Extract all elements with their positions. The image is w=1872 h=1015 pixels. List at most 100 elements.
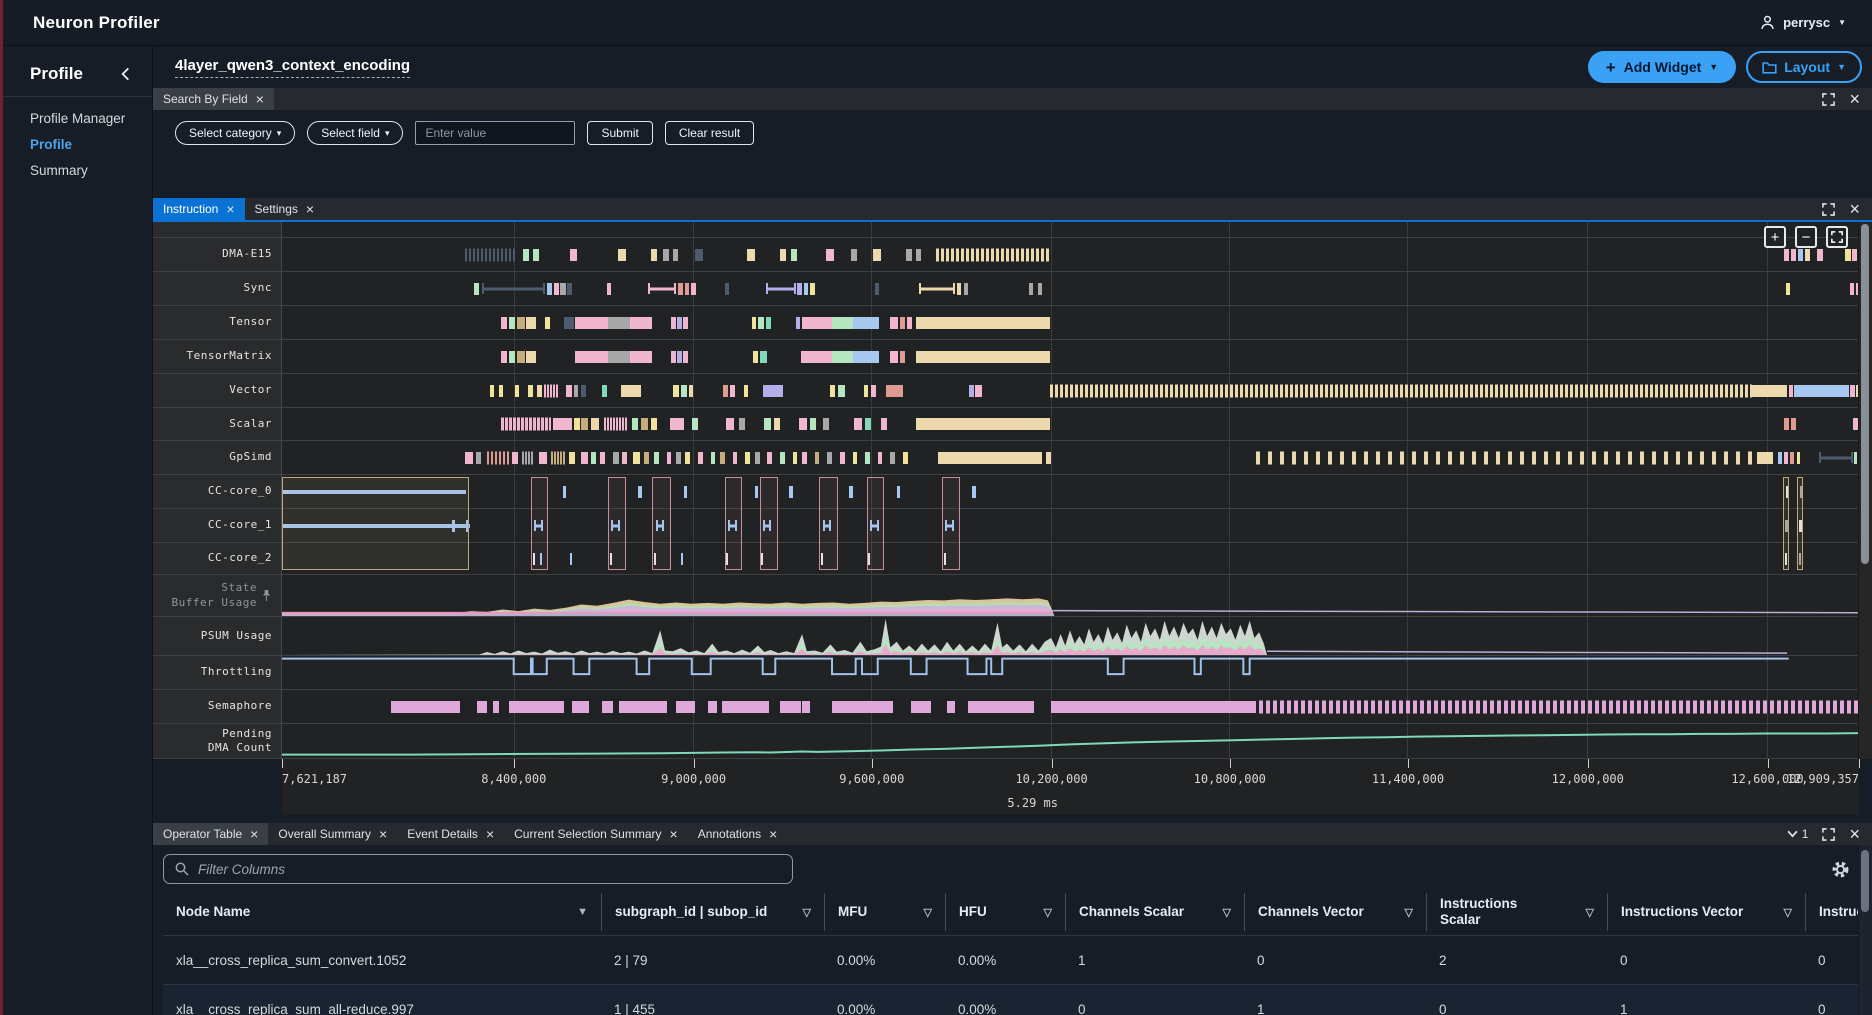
event-segment[interactable] bbox=[975, 385, 981, 397]
timeline-plot[interactable]: + − bbox=[282, 222, 1858, 759]
event-segment[interactable] bbox=[581, 452, 587, 464]
tab-current-selection-summary[interactable]: Current Selection Summary× bbox=[504, 823, 688, 845]
tab-close-icon[interactable]: × bbox=[379, 827, 387, 841]
close-widget-icon[interactable]: × bbox=[1849, 200, 1860, 218]
event-segment[interactable] bbox=[648, 287, 676, 290]
column-header-node-name[interactable]: Node Name▼ bbox=[163, 893, 601, 931]
event-segment[interactable] bbox=[1845, 249, 1851, 261]
event-segment[interactable] bbox=[752, 317, 757, 329]
zoom-in-button[interactable]: + bbox=[1764, 226, 1786, 248]
event-segment[interactable] bbox=[630, 317, 652, 329]
event-segment[interactable] bbox=[1757, 452, 1773, 464]
event-segment[interactable] bbox=[526, 351, 535, 363]
gear-icon[interactable] bbox=[1831, 860, 1850, 879]
event-segment[interactable] bbox=[673, 249, 679, 261]
event-segment[interactable] bbox=[1791, 418, 1796, 430]
event-segment[interactable] bbox=[708, 701, 717, 713]
event-segment[interactable] bbox=[607, 283, 612, 295]
event-segment[interactable] bbox=[1259, 700, 1858, 713]
event-segment[interactable] bbox=[465, 452, 473, 464]
event-segment[interactable] bbox=[854, 418, 862, 430]
event-segment[interactable] bbox=[533, 249, 539, 261]
scrollbar-thumb[interactable] bbox=[1861, 850, 1869, 912]
event-segment[interactable] bbox=[570, 553, 572, 565]
tab-close-icon[interactable]: × bbox=[250, 827, 258, 841]
event-segment[interactable] bbox=[553, 418, 572, 430]
zoom-out-button[interactable]: − bbox=[1795, 226, 1817, 248]
event-segment[interactable] bbox=[482, 287, 545, 290]
event-segment[interactable] bbox=[853, 351, 880, 363]
event-segment[interactable] bbox=[900, 317, 906, 329]
event-segment[interactable] bbox=[875, 283, 880, 295]
tab-close-icon[interactable]: × bbox=[256, 92, 264, 106]
event-segment[interactable] bbox=[677, 351, 682, 363]
user-menu[interactable]: perrysc ▼ bbox=[1760, 15, 1846, 30]
event-segment[interactable] bbox=[890, 317, 898, 329]
event-segment[interactable] bbox=[830, 385, 835, 397]
track-row-cc-core-1[interactable] bbox=[282, 509, 1858, 543]
event-segment[interactable] bbox=[753, 351, 758, 363]
event-segment[interactable] bbox=[840, 452, 845, 464]
event-segment[interactable] bbox=[802, 317, 832, 329]
tab-event-details[interactable]: Event Details× bbox=[397, 823, 504, 845]
event-segment[interactable] bbox=[1046, 452, 1051, 464]
event-segment[interactable] bbox=[764, 418, 770, 430]
event-segment[interactable] bbox=[633, 452, 639, 464]
event-segment[interactable] bbox=[791, 249, 797, 261]
event-segment[interactable] bbox=[802, 701, 810, 713]
event-segment[interactable] bbox=[972, 486, 975, 498]
filter-sort-icon[interactable]: ▽ bbox=[1044, 906, 1052, 919]
event-segment[interactable] bbox=[864, 385, 869, 397]
event-segment[interactable] bbox=[1856, 283, 1858, 295]
event-segment[interactable] bbox=[670, 418, 684, 430]
event-segment[interactable] bbox=[763, 385, 783, 397]
event-segment[interactable] bbox=[711, 452, 716, 464]
event-segment[interactable] bbox=[1784, 249, 1789, 261]
event-segment[interactable] bbox=[1778, 452, 1782, 464]
event-segment[interactable] bbox=[723, 385, 728, 397]
event-segment[interactable] bbox=[644, 452, 649, 464]
event-segment[interactable] bbox=[900, 351, 906, 363]
event-segment[interactable] bbox=[1789, 385, 1793, 397]
selection-box[interactable] bbox=[652, 477, 671, 570]
event-segment[interactable] bbox=[681, 385, 687, 397]
event-segment[interactable] bbox=[755, 452, 760, 464]
event-segment[interactable] bbox=[936, 248, 1049, 261]
event-segment[interactable] bbox=[1791, 249, 1796, 261]
event-segment[interactable] bbox=[685, 283, 690, 295]
event-segment[interactable] bbox=[698, 452, 703, 464]
table-scrollbar[interactable] bbox=[1858, 845, 1872, 1015]
event-segment[interactable] bbox=[677, 317, 682, 329]
selection-box[interactable] bbox=[942, 477, 959, 570]
event-segment[interactable] bbox=[1805, 249, 1810, 261]
pin-icon[interactable] bbox=[261, 589, 272, 602]
event-segment[interactable] bbox=[1850, 385, 1855, 397]
select-field-dropdown[interactable]: Select field▾ bbox=[307, 121, 403, 145]
track-row-sync[interactable] bbox=[282, 272, 1858, 306]
tab-close-icon[interactable]: × bbox=[306, 202, 314, 216]
event-segment[interactable] bbox=[796, 317, 801, 329]
event-segment[interactable] bbox=[622, 452, 627, 464]
event-segment[interactable] bbox=[744, 385, 749, 397]
column-header-mfu[interactable]: MFU▽ bbox=[824, 893, 945, 931]
filter-columns-input[interactable]: Filter Columns bbox=[163, 854, 793, 884]
event-segment[interactable] bbox=[602, 385, 607, 397]
event-segment[interactable] bbox=[570, 249, 576, 261]
event-segment[interactable] bbox=[554, 283, 559, 295]
event-segment[interactable] bbox=[1794, 385, 1849, 397]
event-segment[interactable] bbox=[767, 452, 772, 464]
selection-box[interactable] bbox=[760, 477, 779, 570]
event-segment[interactable] bbox=[968, 701, 1034, 713]
value-input[interactable] bbox=[415, 121, 575, 145]
event-segment[interactable] bbox=[683, 351, 688, 363]
event-segment[interactable] bbox=[613, 452, 619, 464]
tab-settings[interactable]: Settings× bbox=[245, 198, 325, 220]
track-row-scalar[interactable] bbox=[282, 408, 1858, 441]
event-segment[interactable] bbox=[654, 452, 659, 464]
column-header-channels-scalar[interactable]: Channels Scalar▽ bbox=[1065, 893, 1244, 931]
event-segment[interactable] bbox=[490, 385, 494, 397]
event-segment[interactable] bbox=[730, 385, 735, 397]
tab-close-icon[interactable]: × bbox=[486, 827, 494, 841]
timeline-scrollbar[interactable] bbox=[1858, 222, 1872, 759]
event-segment[interactable] bbox=[564, 317, 573, 329]
